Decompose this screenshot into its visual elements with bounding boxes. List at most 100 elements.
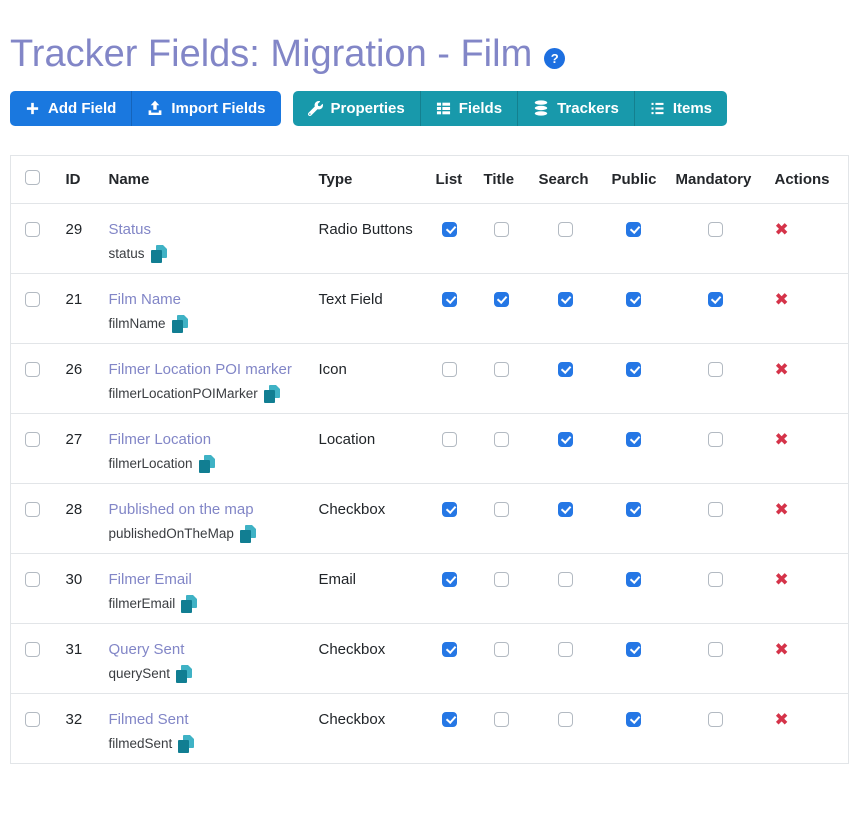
list-checkbox[interactable] [442, 222, 457, 237]
list-checkbox[interactable] [442, 362, 457, 377]
list-checkbox[interactable] [442, 712, 457, 727]
help-icon[interactable]: ? [544, 48, 565, 69]
nav-items-label: Items [673, 100, 712, 117]
add-field-button[interactable]: Add Field [10, 91, 131, 126]
row-select-checkbox[interactable] [25, 432, 40, 447]
field-name-link[interactable]: Film Name [109, 291, 182, 308]
field-id: 26 [56, 343, 99, 413]
row-select-checkbox[interactable] [25, 292, 40, 307]
copy-icon[interactable] [264, 385, 280, 403]
title-checkbox[interactable] [494, 362, 509, 377]
field-name-link[interactable]: Filmed Sent [109, 711, 189, 728]
mandatory-checkbox[interactable] [708, 362, 723, 377]
field-perm-name: filmName [109, 316, 166, 331]
delete-field-button[interactable]: ✖ [775, 572, 789, 589]
field-name-link[interactable]: Status [109, 221, 152, 238]
search-checkbox[interactable] [558, 432, 573, 447]
title-checkbox[interactable] [494, 712, 509, 727]
copy-icon[interactable] [199, 455, 215, 473]
title-checkbox[interactable] [494, 642, 509, 657]
list-checkbox[interactable] [442, 432, 457, 447]
copy-icon[interactable] [178, 735, 194, 753]
field-name-link[interactable]: Filmer Location POI marker [109, 361, 292, 378]
title-checkbox[interactable] [494, 222, 509, 237]
public-checkbox[interactable] [626, 432, 641, 447]
delete-field-button[interactable]: ✖ [775, 712, 789, 729]
row-select-checkbox[interactable] [25, 712, 40, 727]
copy-icon[interactable] [176, 665, 192, 683]
copy-icon[interactable] [181, 595, 197, 613]
mandatory-checkbox[interactable] [708, 432, 723, 447]
field-perm-name: status [109, 246, 145, 261]
row-select-checkbox[interactable] [25, 222, 40, 237]
title-checkbox[interactable] [494, 292, 509, 307]
delete-field-button[interactable]: ✖ [775, 222, 789, 239]
page-title: Tracker Fields: Migration - Film ? [10, 34, 850, 76]
delete-field-button[interactable]: ✖ [775, 642, 789, 659]
title-checkbox[interactable] [494, 572, 509, 587]
public-checkbox[interactable] [626, 222, 641, 237]
toolbar: Add Field Import Fields Properties Field… [10, 91, 850, 126]
search-checkbox[interactable] [558, 502, 573, 517]
field-name-link[interactable]: Query Sent [109, 641, 185, 658]
search-checkbox[interactable] [558, 222, 573, 237]
mandatory-checkbox[interactable] [708, 642, 723, 657]
search-checkbox[interactable] [558, 712, 573, 727]
import-fields-button[interactable]: Import Fields [131, 91, 280, 126]
copy-icon[interactable] [172, 315, 188, 333]
delete-field-button[interactable]: ✖ [775, 292, 789, 309]
list-checkbox[interactable] [442, 572, 457, 587]
nav-items-button[interactable]: Items [634, 91, 727, 126]
delete-field-button[interactable]: ✖ [775, 502, 789, 519]
field-type: Checkbox [309, 693, 426, 763]
field-type: Radio Buttons [309, 203, 426, 273]
field-name-link[interactable]: Filmer Location [109, 431, 212, 448]
field-name-link[interactable]: Published on the map [109, 501, 254, 518]
copy-icon[interactable] [240, 525, 256, 543]
mandatory-checkbox[interactable] [708, 292, 723, 307]
mandatory-checkbox[interactable] [708, 222, 723, 237]
public-checkbox[interactable] [626, 292, 641, 307]
public-checkbox[interactable] [626, 572, 641, 587]
field-perm-name: publishedOnTheMap [109, 526, 234, 541]
select-all-checkbox[interactable] [25, 170, 40, 185]
field-type: Checkbox [309, 483, 426, 553]
delete-field-button[interactable]: ✖ [775, 432, 789, 449]
field-id: 28 [56, 483, 99, 553]
add-field-label: Add Field [48, 100, 116, 117]
nav-fields-button[interactable]: Fields [420, 91, 517, 126]
search-checkbox[interactable] [558, 362, 573, 377]
row-select-checkbox[interactable] [25, 502, 40, 517]
nav-trackers-button[interactable]: Trackers [517, 91, 634, 126]
column-header-title: Title [474, 155, 529, 203]
table-header-row: ID Name Type List Title Search Public Ma… [11, 155, 849, 203]
column-header-type: Type [309, 155, 426, 203]
list-checkbox[interactable] [442, 502, 457, 517]
row-select-checkbox[interactable] [25, 642, 40, 657]
mandatory-checkbox[interactable] [708, 712, 723, 727]
nav-properties-button[interactable]: Properties [293, 91, 420, 126]
list-checkbox[interactable] [442, 642, 457, 657]
field-type: Icon [309, 343, 426, 413]
row-select-checkbox[interactable] [25, 572, 40, 587]
search-checkbox[interactable] [558, 292, 573, 307]
field-id: 32 [56, 693, 99, 763]
field-name-link[interactable]: Filmer Email [109, 571, 192, 588]
search-checkbox[interactable] [558, 642, 573, 657]
public-checkbox[interactable] [626, 362, 641, 377]
public-checkbox[interactable] [626, 502, 641, 517]
search-checkbox[interactable] [558, 572, 573, 587]
list-checkbox[interactable] [442, 292, 457, 307]
delete-field-button[interactable]: ✖ [775, 362, 789, 379]
title-checkbox[interactable] [494, 432, 509, 447]
public-checkbox[interactable] [626, 712, 641, 727]
row-select-checkbox[interactable] [25, 362, 40, 377]
mandatory-checkbox[interactable] [708, 502, 723, 517]
copy-icon[interactable] [151, 245, 167, 263]
title-checkbox[interactable] [494, 502, 509, 517]
mandatory-checkbox[interactable] [708, 572, 723, 587]
field-id: 27 [56, 413, 99, 483]
public-checkbox[interactable] [626, 642, 641, 657]
import-fields-label: Import Fields [171, 100, 265, 117]
tracker-fields-table: ID Name Type List Title Search Public Ma… [10, 155, 849, 764]
